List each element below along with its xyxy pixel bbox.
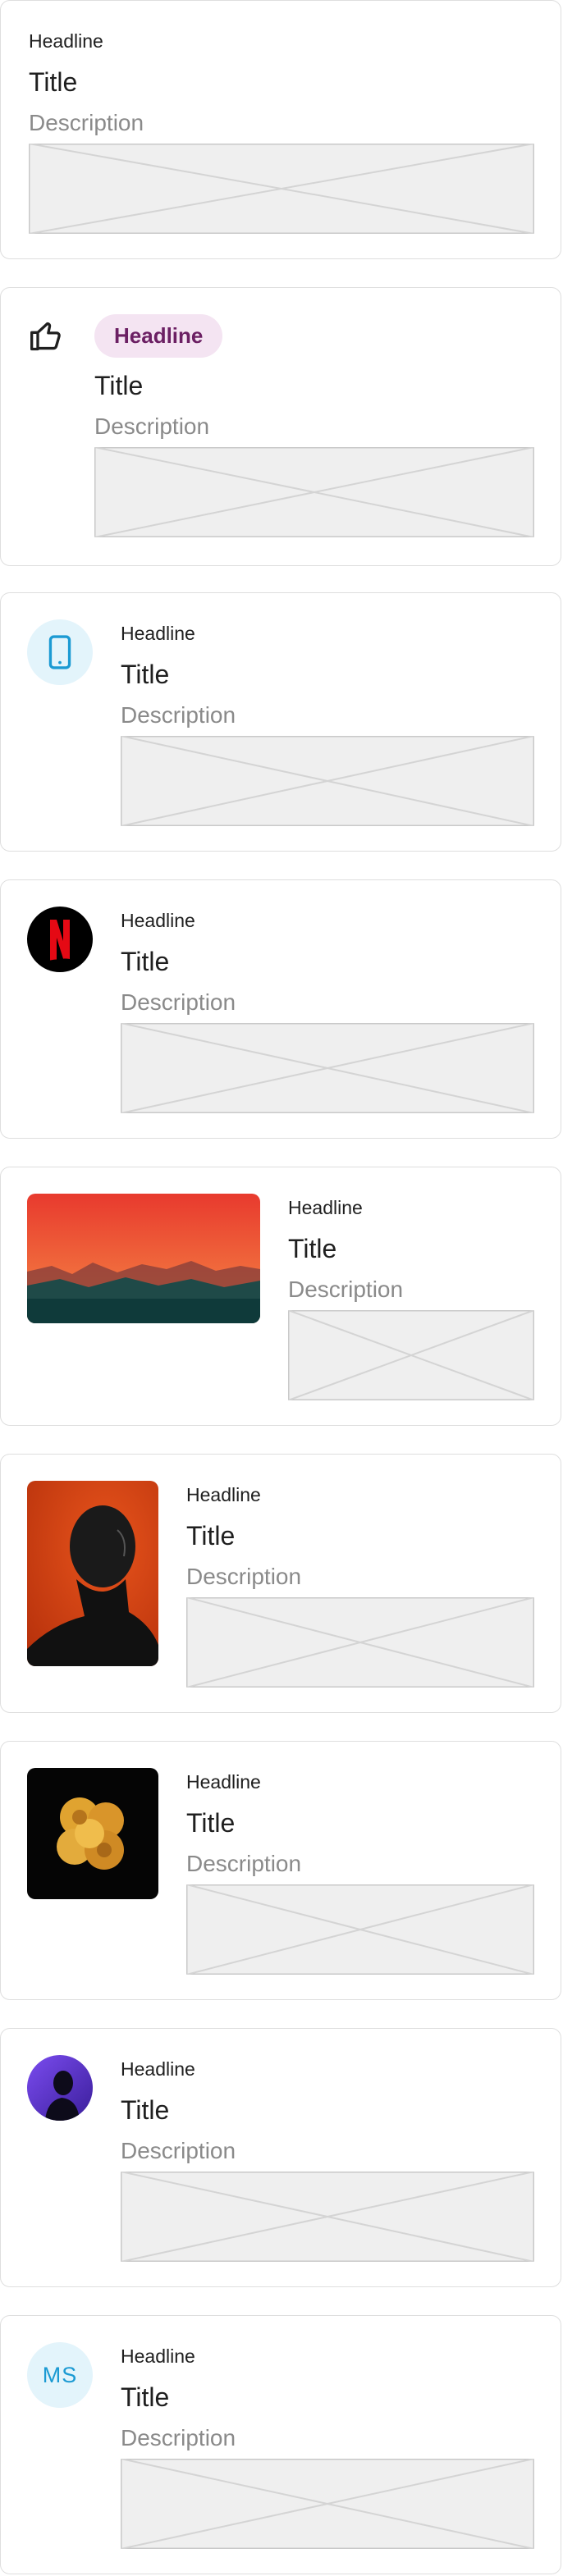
netflix-logo bbox=[27, 907, 93, 972]
card-description: Description bbox=[94, 413, 210, 439]
placeholder-image bbox=[29, 144, 534, 234]
placeholder-image bbox=[288, 1310, 534, 1400]
list-card[interactable]: Headline Title Description bbox=[0, 287, 561, 566]
card-title: Title bbox=[288, 1234, 337, 1263]
thumbs-up-icon bbox=[29, 317, 65, 358]
card-text: Headline Title Description bbox=[121, 624, 534, 826]
card-headline: Headline bbox=[121, 910, 195, 931]
card-headline: Headline bbox=[121, 2345, 195, 2367]
initials-avatar: MS bbox=[27, 2342, 93, 2408]
card-text: Headline Title Description bbox=[121, 911, 534, 1113]
placeholder-image bbox=[121, 736, 534, 826]
card-description: Description bbox=[186, 1564, 302, 1589]
silhouette-avatar bbox=[27, 2055, 93, 2121]
list-card[interactable]: Headline Title Description bbox=[0, 0, 561, 259]
list-card[interactable]: Headline Title Description bbox=[0, 879, 561, 1139]
card-text: Headline Title Description bbox=[94, 314, 534, 537]
card-text: Headline Title Description bbox=[288, 1199, 534, 1400]
placeholder-image bbox=[121, 2459, 534, 2549]
card-headline: Headline bbox=[288, 1197, 363, 1218]
placeholder-image bbox=[94, 447, 534, 537]
card-headline: Headline bbox=[29, 30, 103, 52]
card-text: Headline Title Description bbox=[121, 2060, 534, 2262]
man-portrait-image bbox=[27, 1481, 158, 1666]
smartphone-icon bbox=[27, 619, 93, 685]
card-title: Title bbox=[186, 1808, 236, 1838]
card-description: Description bbox=[121, 702, 236, 728]
card-headline: Headline bbox=[186, 1484, 261, 1505]
placeholder-image bbox=[121, 2172, 534, 2262]
card-title: Title bbox=[121, 660, 170, 689]
card-title: Title bbox=[121, 947, 170, 976]
list-card[interactable]: Headline Title Description bbox=[0, 1741, 561, 2000]
list-card[interactable]: Headline Title Description bbox=[0, 2028, 561, 2287]
card-text: Headline Title Description bbox=[186, 1486, 534, 1688]
list-card[interactable]: Headline Title Description bbox=[0, 1454, 561, 1713]
placeholder-image bbox=[121, 1023, 534, 1113]
headline-chip[interactable]: Headline bbox=[94, 314, 223, 358]
card-title: Title bbox=[121, 2095, 170, 2125]
card-description: Description bbox=[288, 1277, 404, 1302]
yellow-roses-image bbox=[27, 1768, 158, 1899]
card-text: Headline Title Description bbox=[29, 32, 534, 234]
card-title: Title bbox=[94, 371, 144, 400]
list-card[interactable]: MS Headline Title Description bbox=[0, 2315, 561, 2574]
placeholder-image bbox=[186, 1884, 534, 1975]
card-description: Description bbox=[186, 1851, 302, 1876]
card-title: Title bbox=[121, 2382, 170, 2412]
list-card[interactable]: Headline Title Description bbox=[0, 1167, 561, 1426]
card-title: Title bbox=[186, 1521, 236, 1551]
card-text: Headline Title Description bbox=[186, 1773, 534, 1975]
list-card[interactable]: Headline Title Description bbox=[0, 592, 561, 852]
card-title: Title bbox=[29, 67, 78, 97]
placeholder-image bbox=[186, 1597, 534, 1688]
sunset-mountains-image bbox=[27, 1194, 260, 1323]
card-headline: Headline bbox=[121, 623, 195, 644]
card-description: Description bbox=[121, 2425, 236, 2450]
card-description: Description bbox=[121, 2138, 236, 2163]
card-text: Headline Title Description bbox=[121, 2347, 534, 2549]
card-description: Description bbox=[29, 110, 144, 135]
card-headline: Headline bbox=[121, 2058, 195, 2080]
card-description: Description bbox=[121, 989, 236, 1015]
avatar-initials: MS bbox=[42, 2362, 78, 2387]
card-headline: Headline bbox=[186, 1771, 261, 1793]
